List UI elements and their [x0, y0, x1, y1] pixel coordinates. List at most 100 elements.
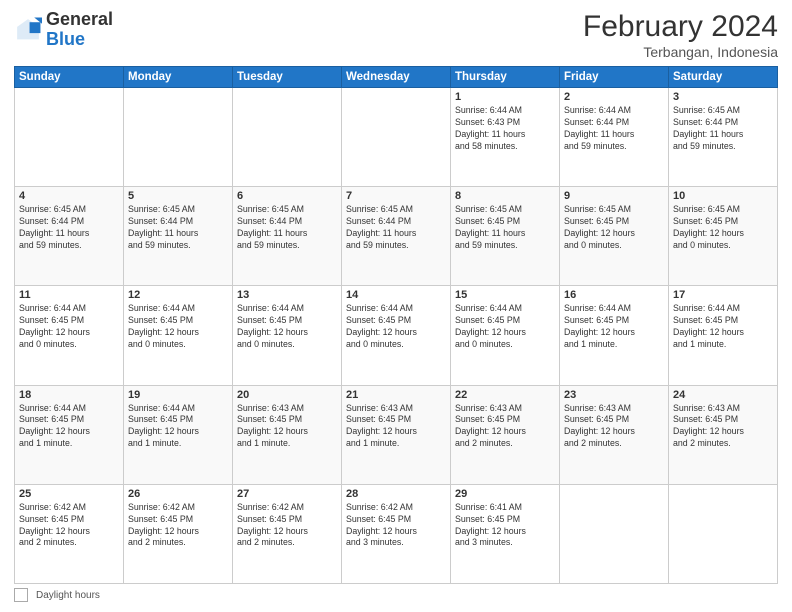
table-row — [669, 484, 778, 583]
table-row: 22 Sunrise: 6:43 AM Sunset: 6:45 PM Dayli… — [451, 385, 560, 484]
day-number: 4 — [19, 190, 119, 202]
col-wednesday: Wednesday — [342, 67, 451, 88]
day-info: Sunrise: 6:43 AM Sunset: 6:45 PM Dayligh… — [564, 403, 664, 451]
day-info: Sunrise: 6:44 AM Sunset: 6:45 PM Dayligh… — [128, 403, 228, 451]
table-row: 10 Sunrise: 6:45 AM Sunset: 6:45 PM Dayli… — [669, 187, 778, 286]
table-row — [124, 88, 233, 187]
table-row: 8 Sunrise: 6:45 AM Sunset: 6:45 PM Daylig… — [451, 187, 560, 286]
col-thursday: Thursday — [451, 67, 560, 88]
day-info: Sunrise: 6:41 AM Sunset: 6:45 PM Dayligh… — [455, 502, 555, 550]
day-number: 17 — [673, 289, 773, 301]
table-row: 28 Sunrise: 6:42 AM Sunset: 6:45 PM Dayli… — [342, 484, 451, 583]
day-number: 27 — [237, 488, 337, 500]
table-row: 27 Sunrise: 6:42 AM Sunset: 6:45 PM Dayli… — [233, 484, 342, 583]
day-info: Sunrise: 6:42 AM Sunset: 6:45 PM Dayligh… — [237, 502, 337, 550]
table-row: 15 Sunrise: 6:44 AM Sunset: 6:45 PM Dayli… — [451, 286, 560, 385]
col-monday: Monday — [124, 67, 233, 88]
day-info: Sunrise: 6:43 AM Sunset: 6:45 PM Dayligh… — [455, 403, 555, 451]
table-row — [560, 484, 669, 583]
day-info: Sunrise: 6:45 AM Sunset: 6:45 PM Dayligh… — [564, 204, 664, 252]
day-number: 23 — [564, 389, 664, 401]
day-number: 5 — [128, 190, 228, 202]
table-row: 17 Sunrise: 6:44 AM Sunset: 6:45 PM Dayli… — [669, 286, 778, 385]
calendar-week-row: 11 Sunrise: 6:44 AM Sunset: 6:45 PM Dayli… — [15, 286, 778, 385]
day-info: Sunrise: 6:44 AM Sunset: 6:45 PM Dayligh… — [19, 303, 119, 351]
table-row: 24Sunrise: 6:43 AM Sunset: 6:45 PM Dayli… — [669, 385, 778, 484]
day-number: 20 — [237, 389, 337, 401]
header: General Blue February 2024 Terbangan, In… — [14, 10, 778, 60]
table-row: 23 Sunrise: 6:43 AM Sunset: 6:45 PM Dayli… — [560, 385, 669, 484]
table-row: 11 Sunrise: 6:44 AM Sunset: 6:45 PM Dayli… — [15, 286, 124, 385]
day-number: 6 — [237, 190, 337, 202]
day-number: 11 — [19, 289, 119, 301]
table-row — [342, 88, 451, 187]
day-info: Sunrise: 6:44 AM Sunset: 6:45 PM Dayligh… — [346, 303, 446, 351]
day-info: Sunrise: 6:44 AM Sunset: 6:45 PM Dayligh… — [564, 303, 664, 351]
day-number: 8 — [455, 190, 555, 202]
month-year: February 2024 — [583, 10, 778, 44]
day-info: Sunrise: 6:45 AM Sunset: 6:44 PM Dayligh… — [128, 204, 228, 252]
day-info: Sunrise: 6:42 AM Sunset: 6:45 PM Dayligh… — [346, 502, 446, 550]
day-number: 2 — [564, 91, 664, 103]
day-number: 12 — [128, 289, 228, 301]
day-info: Sunrise: 6:44 AM Sunset: 6:45 PM Dayligh… — [455, 303, 555, 351]
day-number: 3 — [673, 91, 773, 103]
day-number: 9 — [564, 190, 664, 202]
logo-general: General — [46, 9, 113, 29]
generalblue-logo-icon — [14, 16, 42, 44]
day-number: 22 — [455, 389, 555, 401]
day-number: 18 — [19, 389, 119, 401]
day-number: 26 — [128, 488, 228, 500]
logo-blue: Blue — [46, 29, 85, 49]
page: General Blue February 2024 Terbangan, In… — [0, 0, 792, 612]
table-row: 4Sunrise: 6:45 AM Sunset: 6:44 PM Daylig… — [15, 187, 124, 286]
day-number: 25 — [19, 488, 119, 500]
day-info: Sunrise: 6:44 AM Sunset: 6:45 PM Dayligh… — [19, 403, 119, 451]
day-info: Sunrise: 6:45 AM Sunset: 6:44 PM Dayligh… — [237, 204, 337, 252]
table-row: 13 Sunrise: 6:44 AM Sunset: 6:45 PM Dayli… — [233, 286, 342, 385]
table-row: 20Sunrise: 6:43 AM Sunset: 6:45 PM Dayli… — [233, 385, 342, 484]
table-row — [233, 88, 342, 187]
day-number: 15 — [455, 289, 555, 301]
day-number: 10 — [673, 190, 773, 202]
location: Terbangan, Indonesia — [583, 44, 778, 60]
calendar-header-row: Sunday Monday Tuesday Wednesday Thursday… — [15, 67, 778, 88]
calendar-week-row: 4 Sunrise: 6:45 AM Sunset: 6:44 PM Daylig… — [15, 187, 778, 286]
calendar-week-row: 18 Sunrise: 6:44 AM Sunset: 6:45 PM Dayli… — [15, 385, 778, 484]
day-info: Sunrise: 6:43 AM Sunset: 6:45 PM Dayligh… — [346, 403, 446, 451]
table-row: 14 Sunrise: 6:44 AM Sunset: 6:45 PM Dayli… — [342, 286, 451, 385]
title-block: February 2024 Terbangan, Indonesia — [583, 10, 778, 60]
day-info: Sunrise: 6:42 AM Sunset: 6:45 PM Dayligh… — [19, 502, 119, 550]
table-row: 9 Sunrise: 6:45 AM Sunset: 6:45 PM Daylig… — [560, 187, 669, 286]
table-row: 6 Sunrise: 6:45 AM Sunset: 6:44 PM Daylig… — [233, 187, 342, 286]
day-info: Sunrise: 6:44 AM Sunset: 6:44 PM Dayligh… — [564, 105, 664, 153]
day-info: Sunrise: 6:45 AM Sunset: 6:45 PM Dayligh… — [455, 204, 555, 252]
day-number: 16 — [564, 289, 664, 301]
day-number: 19 — [128, 389, 228, 401]
day-number: 14 — [346, 289, 446, 301]
day-number: 29 — [455, 488, 555, 500]
daylight-box — [14, 588, 28, 602]
logo-text: General Blue — [46, 10, 113, 50]
day-number: 28 — [346, 488, 446, 500]
day-info: Sunrise: 6:45 AM Sunset: 6:44 PM Dayligh… — [346, 204, 446, 252]
table-row: 3 Sunrise: 6:45 AM Sunset: 6:44 PM Daylig… — [669, 88, 778, 187]
col-sunday: Sunday — [15, 67, 124, 88]
table-row: 19 Sunrise: 6:44 AM Sunset: 6:45 PM Dayli… — [124, 385, 233, 484]
table-row: 21Sunrise: 6:43 AM Sunset: 6:45 PM Dayli… — [342, 385, 451, 484]
day-info: Sunrise: 6:44 AM Sunset: 6:45 PM Dayligh… — [673, 303, 773, 351]
table-row: 2 Sunrise: 6:44 AM Sunset: 6:44 PM Daylig… — [560, 88, 669, 187]
day-number: 13 — [237, 289, 337, 301]
footer: Daylight hours — [14, 588, 778, 602]
table-row: 12Sunrise: 6:44 AM Sunset: 6:45 PM Dayli… — [124, 286, 233, 385]
day-info: Sunrise: 6:44 AM Sunset: 6:45 PM Dayligh… — [237, 303, 337, 351]
day-info: Sunrise: 6:45 AM Sunset: 6:45 PM Dayligh… — [673, 204, 773, 252]
table-row: 29 Sunrise: 6:41 AM Sunset: 6:45 PM Dayli… — [451, 484, 560, 583]
day-number: 24 — [673, 389, 773, 401]
day-info: Sunrise: 6:45 AM Sunset: 6:44 PM Dayligh… — [673, 105, 773, 153]
day-info: Sunrise: 6:44 AM Sunset: 6:43 PM Dayligh… — [455, 105, 555, 153]
calendar-week-row: 1Sunrise: 6:44 AM Sunset: 6:43 PM Daylig… — [15, 88, 778, 187]
day-info: Sunrise: 6:42 AM Sunset: 6:45 PM Dayligh… — [128, 502, 228, 550]
table-row — [15, 88, 124, 187]
table-row: 26 Sunrise: 6:42 AM Sunset: 6:45 PM Dayli… — [124, 484, 233, 583]
